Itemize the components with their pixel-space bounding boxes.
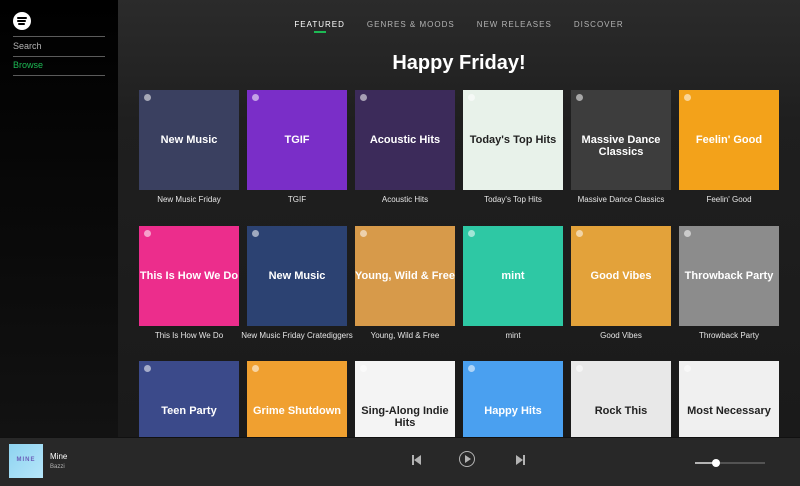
cover-title: mint — [501, 270, 525, 282]
cover-title: Throwback Party — [684, 270, 774, 282]
playlist-cover[interactable]: Throwback Party — [679, 226, 779, 326]
cover-title: TGIF — [284, 134, 310, 146]
playlist-cover[interactable]: Happy Hits — [463, 361, 563, 437]
album-art-text: MINE — [16, 457, 36, 463]
playlist-cover[interactable]: Good Vibes — [571, 226, 671, 326]
spotify-badge-icon — [576, 94, 583, 101]
playlist-cover[interactable]: Teen Party — [139, 361, 239, 437]
playlist-cover[interactable]: Acoustic Hits — [355, 90, 455, 190]
spotify-badge-icon — [684, 365, 691, 372]
playlist-name[interactable]: Good Vibes — [565, 331, 677, 341]
playlist-name[interactable]: New Music Friday — [133, 195, 245, 205]
track-title[interactable]: Mine — [50, 452, 67, 461]
playlist-name[interactable]: This Is How We Do — [133, 331, 245, 341]
spotify-badge-icon — [360, 94, 367, 101]
playlist-name[interactable]: Today's Top Hits — [457, 195, 569, 205]
playlist-name[interactable]: Massive Dance Classics — [565, 195, 677, 205]
spotify-badge-icon — [252, 365, 259, 372]
now-playing-album-art[interactable]: MINE — [9, 444, 43, 478]
cover-title: Young, Wild & Free — [355, 270, 455, 282]
tab-discover[interactable]: DISCOVER — [574, 20, 624, 40]
spotify-badge-icon — [252, 230, 259, 237]
sidebar-item-search[interactable]: Search — [13, 36, 105, 57]
spotify-badge-icon — [144, 94, 151, 101]
track-artist[interactable]: Bazzi — [50, 464, 65, 470]
cover-title: Happy Hits — [484, 405, 542, 417]
playlist-cover[interactable]: TGIF — [247, 90, 347, 190]
playlist-cover[interactable]: This Is How We Do — [139, 226, 239, 326]
spotify-badge-icon — [576, 365, 583, 372]
playlist-cover[interactable]: Sing-Along Indie Hits — [355, 361, 455, 437]
spotify-badge-icon — [468, 365, 475, 372]
page-title: Happy Friday! — [392, 52, 526, 74]
sidebar: Search Browse — [0, 0, 118, 437]
browse-tabs: FEATURED GENRES & MOODS NEW RELEASES DIS… — [118, 20, 800, 40]
tab-genres-moods[interactable]: GENRES & MOODS — [367, 20, 455, 40]
previous-track-icon[interactable] — [412, 455, 422, 465]
spotify-badge-icon — [360, 230, 367, 237]
cover-title: Grime Shutdown — [253, 405, 341, 417]
spotify-badge-icon — [468, 94, 475, 101]
playlist-cover[interactable]: Today's Top Hits — [463, 90, 563, 190]
volume-handle[interactable] — [712, 459, 720, 467]
cover-title: Good Vibes — [590, 270, 652, 282]
cover-title: Rock This — [594, 405, 648, 417]
playlist-cover[interactable]: Young, Wild & Free — [355, 226, 455, 326]
playlist-name[interactable]: TGIF — [241, 195, 353, 205]
tab-new-releases[interactable]: NEW RELEASES — [477, 20, 552, 40]
cover-title: Teen Party — [161, 405, 217, 417]
playlist-cover[interactable]: Rock This — [571, 361, 671, 437]
playlist-name[interactable]: Acoustic Hits — [349, 195, 461, 205]
sidebar-item-browse[interactable]: Browse — [13, 56, 105, 76]
playlist-name[interactable]: mint — [457, 331, 569, 341]
playlist-name[interactable]: Feelin' Good — [673, 195, 785, 205]
spotify-badge-icon — [144, 230, 151, 237]
cover-title: New Music — [160, 134, 218, 146]
cover-title: Most Necessary — [687, 405, 771, 417]
spotify-badge-icon — [576, 230, 583, 237]
playlist-cover[interactable]: New Music — [247, 226, 347, 326]
next-track-icon[interactable] — [516, 455, 526, 465]
spotify-badge-icon — [684, 94, 691, 101]
spotify-badge-icon — [144, 365, 151, 372]
cover-title: Massive Dance Classics — [581, 134, 661, 158]
playlist-cover[interactable]: mint — [463, 226, 563, 326]
cover-title: Acoustic Hits — [369, 134, 441, 146]
cover-title: New Music — [268, 270, 326, 282]
playlist-cover[interactable]: New Music — [139, 90, 239, 190]
cover-title: Feelin' Good — [695, 134, 763, 146]
volume-slider[interactable] — [695, 459, 765, 467]
play-icon[interactable] — [459, 451, 475, 467]
playlist-cover[interactable]: Grime Shutdown — [247, 361, 347, 437]
playlist-name[interactable]: Young, Wild & Free — [349, 331, 461, 341]
playlist-cover[interactable]: Most Necessary — [679, 361, 779, 437]
playlist-name[interactable]: Throwback Party — [673, 331, 785, 341]
cover-title: This Is How We Do — [139, 270, 239, 282]
playlist-cover[interactable]: Feelin' Good — [679, 90, 779, 190]
spotify-badge-icon — [252, 94, 259, 101]
spotify-badge-icon — [360, 365, 367, 372]
player-bar: MINE Mine Bazzi — [0, 437, 800, 486]
playlist-name[interactable]: New Music Friday Cratediggers — [241, 331, 353, 341]
spotify-badge-icon — [684, 230, 691, 237]
tab-featured[interactable]: FEATURED — [294, 20, 345, 40]
main-content: FEATURED GENRES & MOODS NEW RELEASES DIS… — [118, 0, 800, 437]
cover-title: Sing-Along Indie Hits — [361, 405, 449, 429]
cover-title: Today's Top Hits — [469, 134, 557, 146]
spotify-badge-icon — [468, 230, 475, 237]
playlist-cover[interactable]: Massive Dance Classics — [571, 90, 671, 190]
spotify-logo-icon[interactable] — [13, 12, 31, 30]
